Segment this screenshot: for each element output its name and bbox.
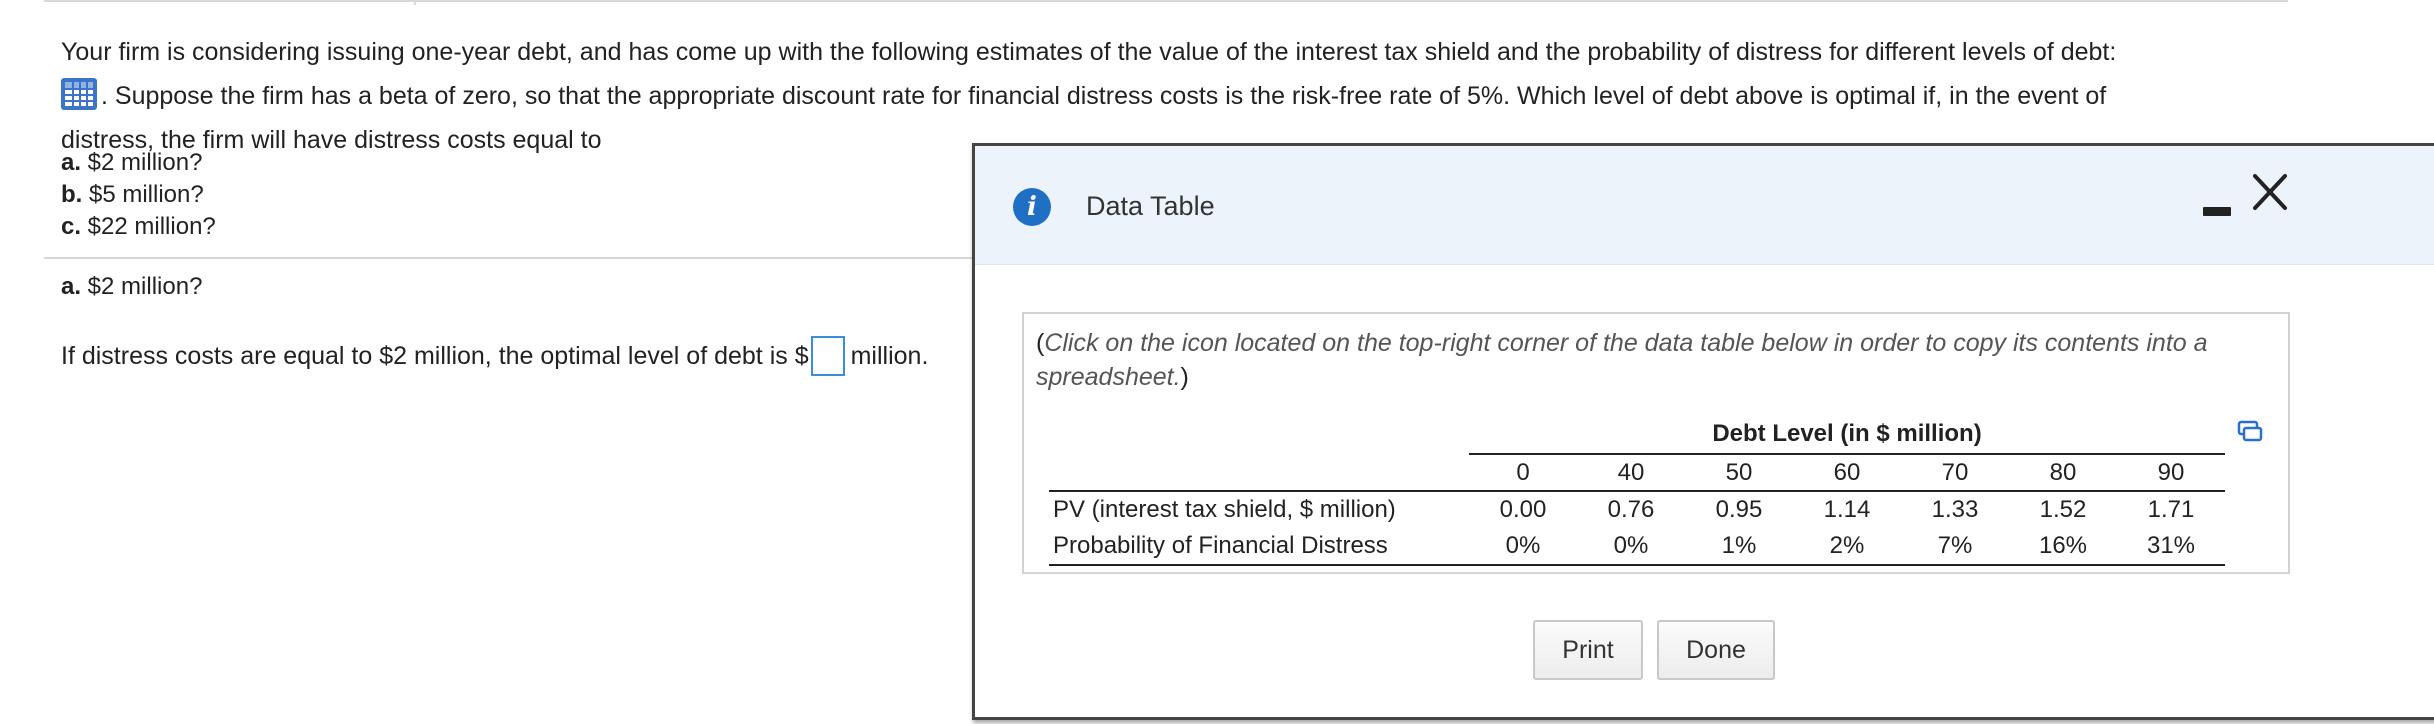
debt-level-cell: 90: [2117, 453, 2225, 491]
debt-level-cell: 40: [1577, 453, 1685, 491]
top-rule: [44, 0, 2288, 2]
choice-b-label: b.: [61, 181, 83, 208]
row-label: Probability of Financial Distress: [1049, 528, 1469, 566]
part-a-label: a.: [61, 273, 82, 300]
dialog-title: Data Table: [1086, 191, 1215, 221]
table-cell: 1.33: [1901, 490, 2009, 528]
dialog-header: i Data Table: [975, 146, 2434, 265]
instruction-text: Click on the icon located on the top-rig…: [1036, 329, 2208, 391]
minimize-icon[interactable]: [2203, 198, 2233, 222]
choice-a-text: $2 million?: [81, 149, 203, 176]
answer-input[interactable]: [810, 336, 845, 376]
debt-level-cell: 60: [1793, 453, 1901, 491]
section-divider: [44, 257, 984, 259]
table-cell: 0.95: [1685, 490, 1793, 528]
data-table-panel: (Click on the icon located on the top-ri…: [1022, 312, 2290, 574]
table-cell: 2%: [1793, 528, 1901, 566]
question-line-2: . Suppose the firm has a beta of zero, s…: [61, 74, 2261, 118]
data-table-dialog: i Data Table (Click on the icon located …: [972, 143, 2434, 720]
debt-level-cell: 50: [1685, 453, 1793, 491]
choice-b-text: $5 million?: [82, 181, 204, 208]
print-button[interactable]: Print: [1533, 620, 1643, 680]
choice-b: b. $5 million?: [61, 179, 216, 211]
close-icon[interactable]: [2247, 170, 2293, 216]
debt-level-cell: 80: [2009, 453, 2117, 491]
question-line-2-text: . Suppose the firm has a beta of zero, s…: [101, 82, 2107, 110]
choice-c-label: c.: [61, 213, 82, 240]
grid-table-icon[interactable]: [61, 78, 97, 110]
data-table: Debt Level (in $ million) 0 40 50 60 70 …: [1049, 414, 2225, 566]
table-cell: 1.52: [2009, 490, 2117, 528]
choice-c: c. $22 million?: [61, 211, 216, 243]
instruction-close-paren: ): [1180, 363, 1189, 391]
choice-c-text: $22 million?: [81, 213, 216, 240]
part-a-heading: a. $2 million?: [61, 273, 202, 301]
table-row: Probability of Financial Distress 0% 0% …: [1049, 528, 2225, 566]
table-cell: 0.00: [1469, 490, 1577, 528]
table-cell: 31%: [2117, 528, 2225, 566]
question-line-1: Your firm is considering issuing one-yea…: [61, 38, 2117, 66]
row-label: PV (interest tax shield, $ million): [1049, 490, 1469, 528]
table-header-row: Debt Level (in $ million): [1049, 414, 2225, 454]
choice-a: a. $2 million?: [61, 147, 216, 179]
table-cell: 0.76: [1577, 490, 1685, 528]
table-cell: 16%: [2009, 528, 2117, 566]
table-cell: 1.14: [1793, 490, 1901, 528]
copy-icon[interactable]: [2237, 420, 2263, 442]
debt-level-cell: 0: [1469, 453, 1577, 491]
copy-instruction: (Click on the icon located on the top-ri…: [1036, 326, 2276, 394]
table-cell: 1%: [1685, 528, 1793, 566]
answer-suffix: million.: [850, 341, 929, 370]
header-spacer: [1049, 414, 1469, 454]
answer-prefix: If distress costs are equal to $2 millio…: [61, 341, 809, 370]
debt-level-header: Debt Level (in $ million): [1712, 419, 1982, 447]
table-cell: 0%: [1577, 528, 1685, 566]
info-icon: i: [1013, 188, 1051, 226]
top-rule-tick: [414, 0, 416, 5]
choice-a-label: a.: [61, 149, 82, 176]
level-row-spacer: [1049, 454, 1469, 491]
table-cell: 7%: [1901, 528, 2009, 566]
done-button[interactable]: Done: [1657, 620, 1775, 680]
debt-level-row: 0 40 50 60 70 80 90: [1049, 453, 2225, 491]
table-row: PV (interest tax shield, $ million) 0.00…: [1049, 490, 2225, 528]
debt-level-cell: 70: [1901, 453, 2009, 491]
part-a-text: $2 million?: [81, 273, 203, 300]
table-cell: 1.71: [2117, 490, 2225, 528]
choice-list: a. $2 million? b. $5 million? c. $22 mil…: [61, 147, 216, 243]
table-cell: 0%: [1469, 528, 1577, 566]
answer-line: If distress costs are equal to $2 millio…: [61, 336, 928, 376]
